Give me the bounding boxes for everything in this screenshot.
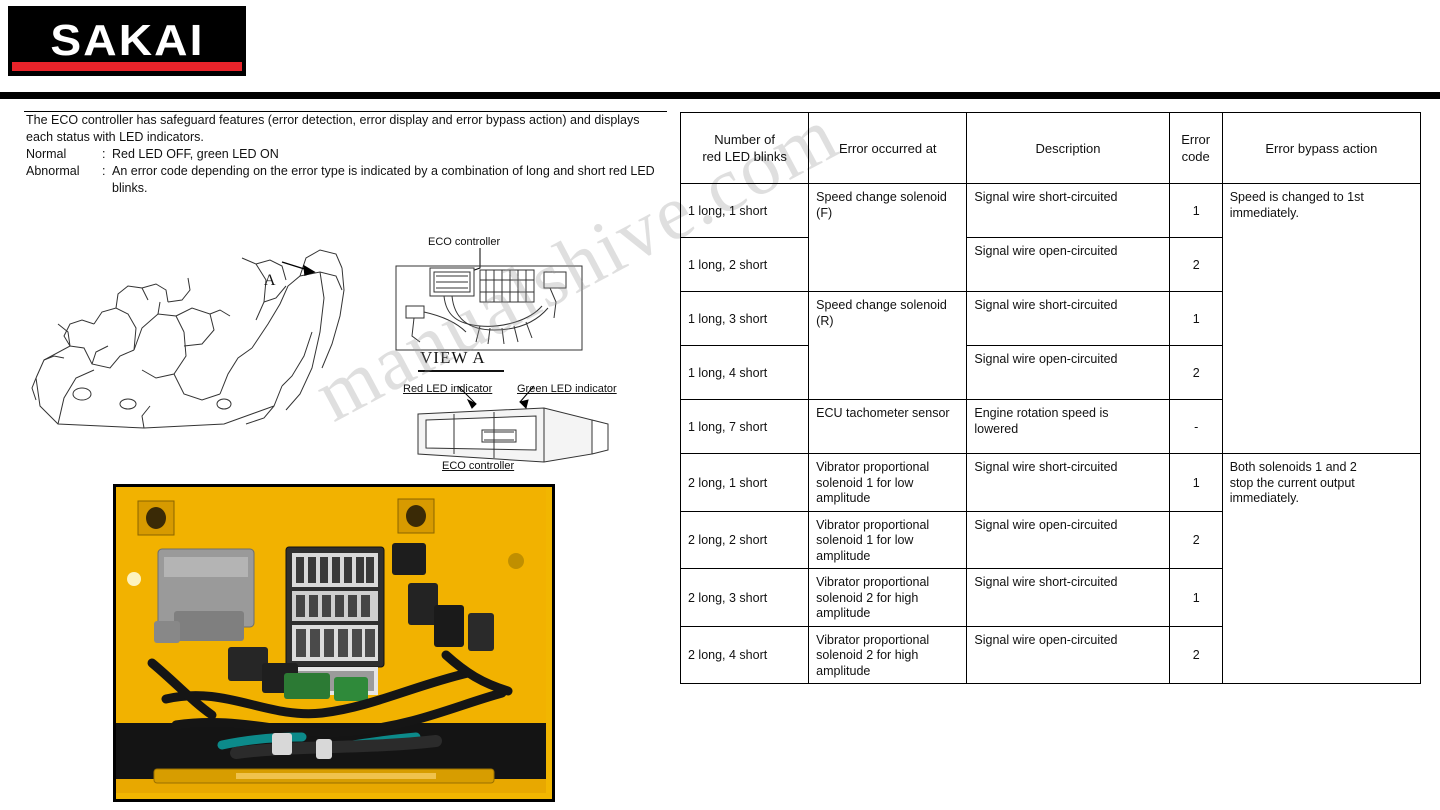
view-a-label: VIEW A — [420, 348, 486, 367]
abnormal-label: Abnormal — [26, 164, 80, 178]
cell-description: Signal wire open-circuited — [966, 625, 1170, 684]
header-divider — [0, 92, 1440, 99]
table-header-row: Number of red LED blinks Error occurred … — [679, 112, 1422, 184]
cell-description: Signal wire open-circuited — [966, 510, 1170, 569]
header-code-line2: code — [1181, 149, 1210, 164]
header-code-line1: Error — [1181, 132, 1211, 147]
cell-blinks: 1 long, 1 short — [679, 183, 810, 238]
cell-error-code: 1 — [1168, 568, 1223, 627]
cell-bypass-action: Speed is changed to 1st immediately. — [1221, 183, 1422, 454]
error-code-table: Number of red LED blinks Error occurred … — [679, 112, 1422, 684]
intro-paragraph: The ECO controller has safeguard feature… — [26, 113, 640, 144]
normal-value: Red LED OFF, green LED ON — [112, 147, 279, 161]
cell-blinks: 2 long, 2 short — [679, 510, 810, 569]
cell-blinks: 2 long, 3 short — [679, 568, 810, 627]
cell-description: Signal wire short-circuited — [966, 183, 1170, 238]
cell-blinks: 2 long, 4 short — [679, 625, 810, 684]
cell-blinks: 1 long, 7 short — [679, 399, 810, 454]
eco-controller-perspective-drawing — [417, 385, 609, 463]
header-blinks-line2: red LED blinks — [702, 149, 787, 164]
table-body: 1 long, 1 short Speed change solenoid (F… — [679, 183, 1422, 684]
header-blinks-line1: Number of — [714, 132, 775, 147]
abnormal-value: An error code depending on the error typ… — [112, 164, 655, 178]
cell-error-code: 2 — [1168, 237, 1223, 292]
eco-controller-photo — [113, 484, 555, 802]
cell-bypass-action: Both solenoids 1 and 2 stop the current … — [1221, 453, 1422, 684]
intro-text-block: The ECO controller has safeguard feature… — [26, 112, 666, 197]
header-error-at: Error occurred at — [808, 112, 968, 184]
normal-label: Normal — [26, 147, 67, 161]
cell-error-code: 2 — [1168, 345, 1223, 400]
brand-name: SAKAI — [49, 16, 205, 65]
cell-error-code: 2 — [1168, 625, 1223, 684]
cell-error-at: Vibrator proportional solenoid 1 for low… — [808, 510, 968, 569]
photo-content — [116, 487, 546, 793]
cell-blinks: 1 long, 4 short — [679, 345, 810, 400]
cell-error-code: - — [1168, 399, 1223, 454]
machine-line-drawing — [31, 249, 345, 429]
cell-description: Signal wire short-circuited — [966, 453, 1170, 512]
normal-state-row: Normal : Red LED OFF, green LED ON — [26, 146, 666, 163]
abnormal-state-row: Abnormal : An error code depending on th… — [26, 163, 666, 180]
colon-2: : — [102, 164, 106, 178]
eco-controller-label-2: ECO controller — [442, 460, 515, 472]
header-error-code: Error code — [1168, 112, 1223, 184]
cell-description: Signal wire open-circuited — [966, 237, 1170, 292]
cell-error-code: 1 — [1168, 291, 1223, 346]
header-bypass-action: Error bypass action — [1221, 112, 1422, 184]
callout-a-label: A — [264, 272, 276, 289]
table-row: 2 long, 1 short Vibrator proportional so… — [679, 453, 1422, 684]
cell-error-code: 1 — [1168, 453, 1223, 512]
logo-accent-bar — [12, 62, 242, 71]
technical-drawing-area: A ECO controller VIEW A Red LED indicato… — [24, 228, 668, 478]
cell-blinks: 2 long, 1 short — [679, 453, 810, 512]
cell-error-at: Speed change solenoid (F) — [808, 183, 968, 292]
view-a-underline — [418, 370, 504, 372]
cell-description: Engine rotation speed is lowered — [966, 399, 1170, 454]
cell-error-code: 2 — [1168, 510, 1223, 569]
cell-description: Signal wire short-circuited — [966, 291, 1170, 346]
header-blinks: Number of red LED blinks — [679, 112, 810, 184]
error-code-table-wrapper: Number of red LED blinks Error occurred … — [679, 112, 1422, 684]
abnormal-value-continued: blinks. — [112, 181, 148, 195]
cell-error-code: 1 — [1168, 183, 1223, 238]
cell-error-at: Vibrator proportional solenoid 1 for low… — [808, 453, 968, 512]
cell-blinks: 1 long, 3 short — [679, 291, 810, 346]
cell-blinks: 1 long, 2 short — [679, 237, 810, 292]
colon-1: : — [102, 147, 106, 161]
table-row: 1 long, 1 short Speed change solenoid (F… — [679, 183, 1422, 454]
cell-error-at: Speed change solenoid (R) — [808, 291, 968, 400]
cell-description: Signal wire open-circuited — [966, 345, 1170, 400]
cell-error-at: Vibrator proportional solenoid 2 for hig… — [808, 568, 968, 627]
cell-error-at: Vibrator proportional solenoid 2 for hig… — [808, 625, 968, 684]
red-led-indicator-label: Red LED indicator — [403, 383, 493, 395]
header-description: Description — [966, 112, 1170, 184]
cell-description: Signal wire short-circuited — [966, 568, 1170, 627]
cell-error-at: ECU tachometer sensor — [808, 399, 968, 454]
